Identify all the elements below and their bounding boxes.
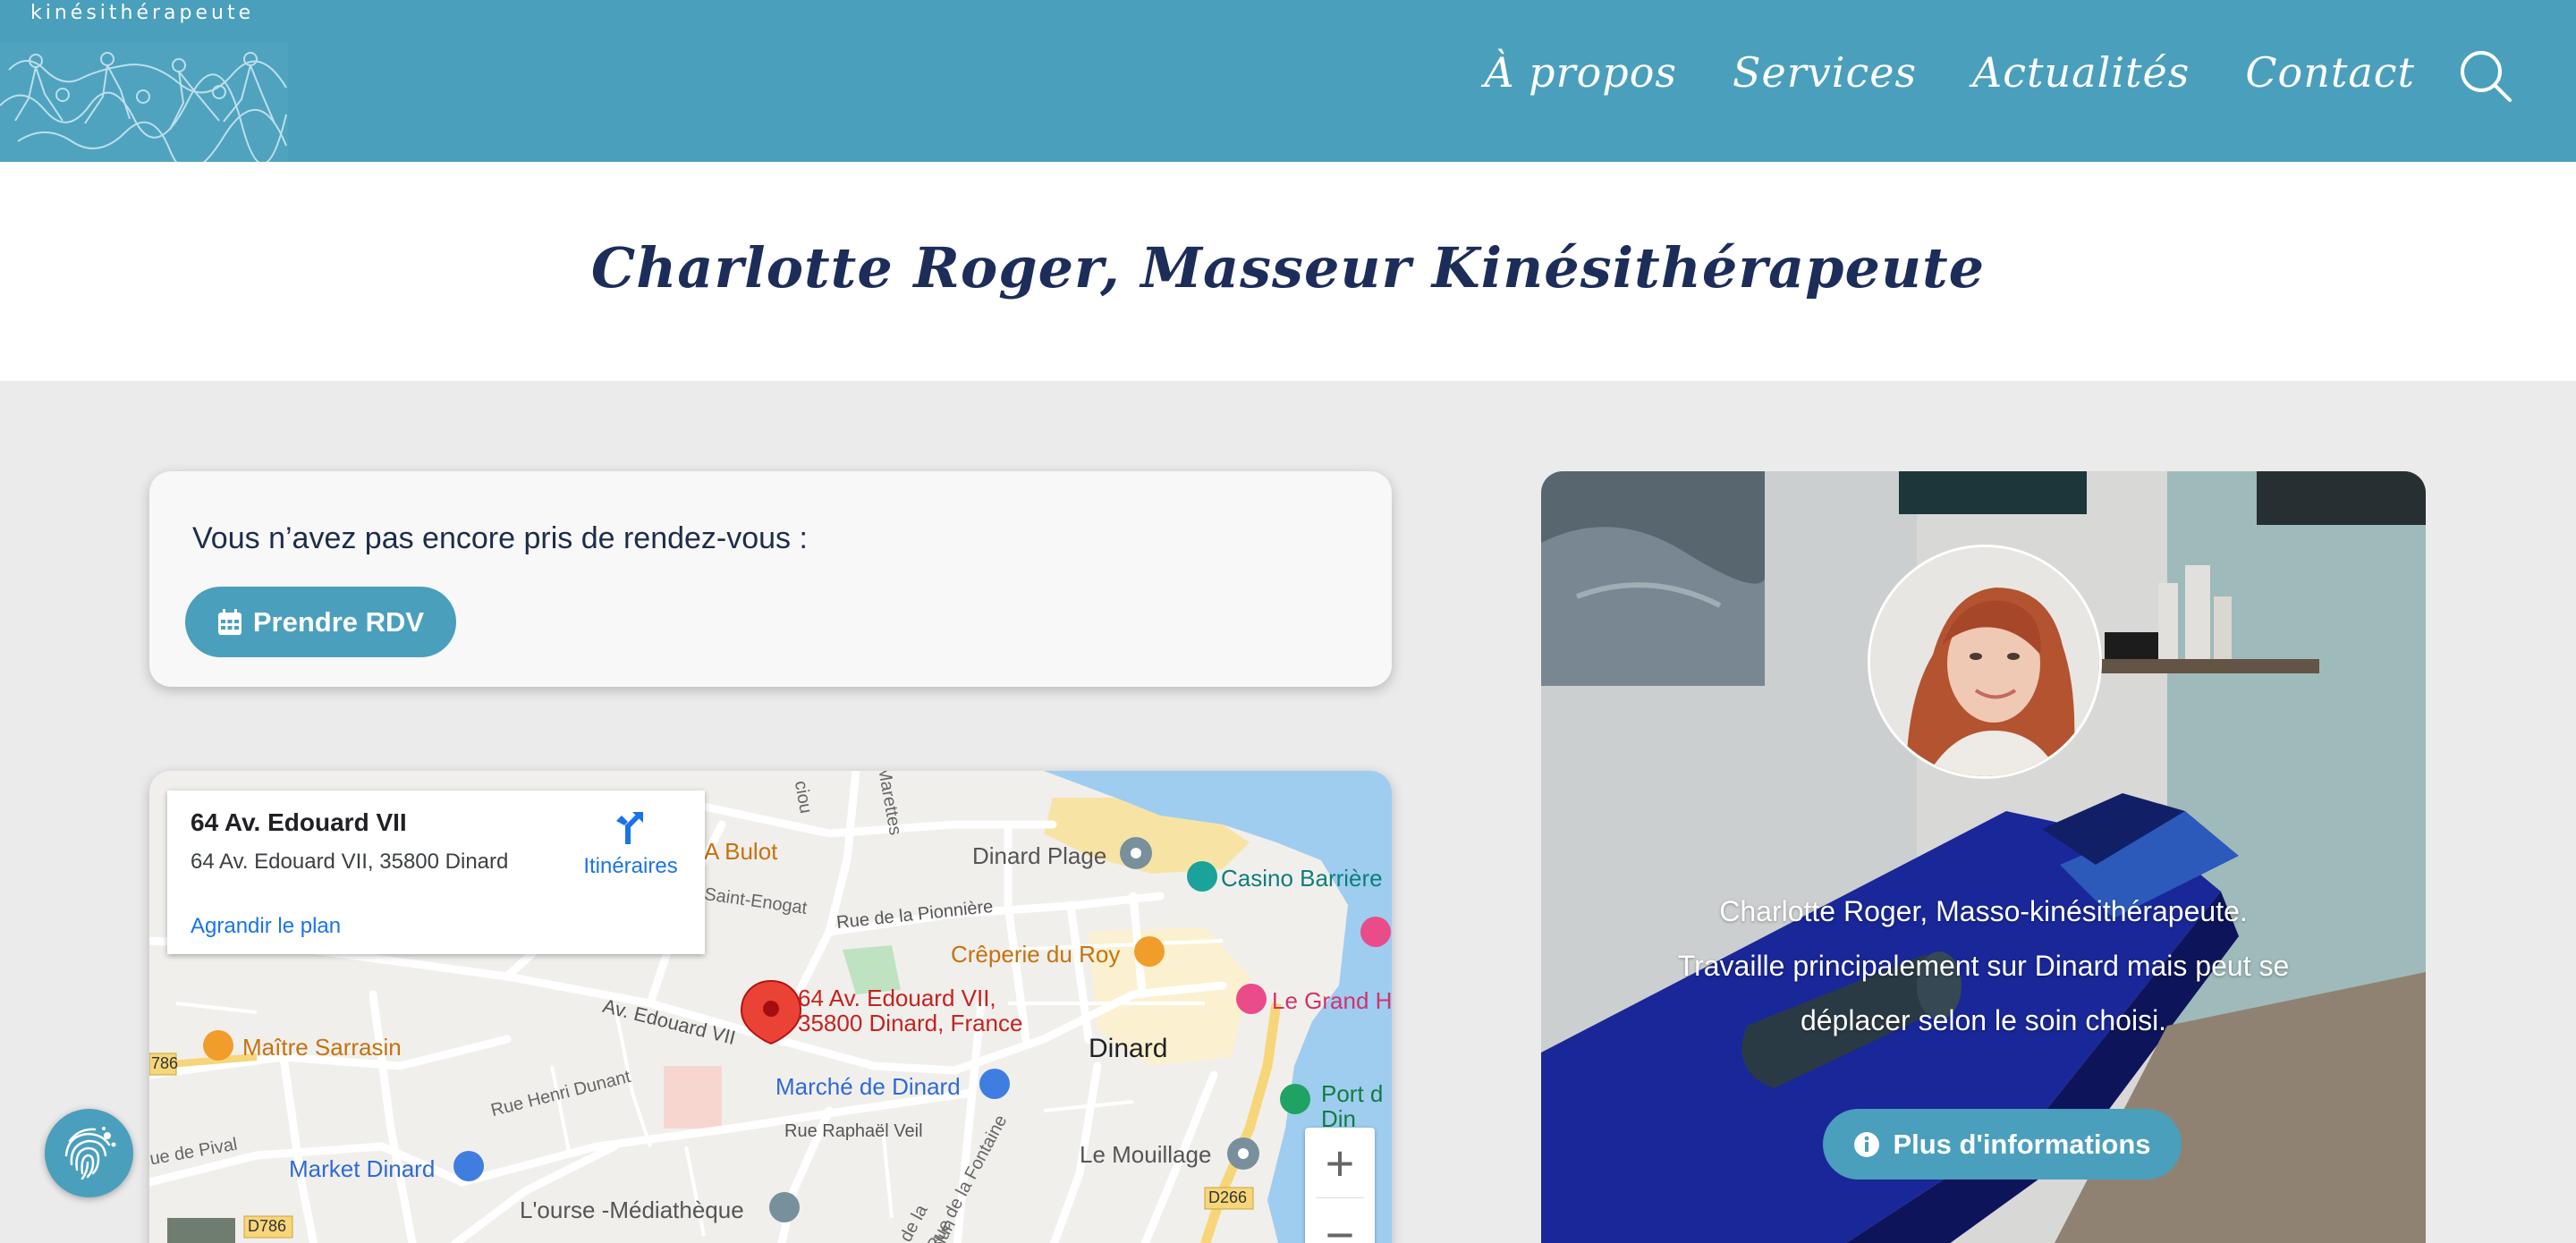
map-place-maitre: Maître Sarrasin [242,1034,402,1061]
profile-line-2: Travaille principalement sur Dinard mais… [1677,950,2290,982]
map-place-casino: Casino Barrière [1221,865,1383,892]
map-place-mouillage: Le Mouillage [1080,1141,1212,1168]
map-zoom-divider [1316,1197,1364,1198]
calendar-icon [217,608,242,635]
map-place-dinard-plage: Dinard Plage [972,842,1107,869]
appointment-card: Vous n’avez pas encore pris de rendez-vo… [149,471,1392,687]
profile-card: Charlotte Roger, Masso-kinésithérapeute.… [1541,471,2426,1243]
fingerprint-icon [64,1127,116,1180]
map-place-le-grand: Le Grand H [1272,987,1392,1014]
map-pin-label-line2: 35800 Dinard, France [798,1010,1023,1036]
site-logo[interactable]: kinésithérapeute [0,0,288,162]
map-place-mediatheque: L'ourse -Médiathèque [520,1196,744,1223]
profile-description: Charlotte Roger, Masso-kinésithérapeute.… [1631,884,2336,1048]
profile-avatar [1868,545,2102,779]
profile-line-1: Charlotte Roger, Masso-kinésithérapeute. [1719,895,2248,927]
profile-photo [1870,547,2099,776]
nav-a-propos[interactable]: À propos [1484,48,1677,97]
nav-contact[interactable]: Contact [2245,48,2415,97]
map-place-bulot: A Bulot [704,838,778,865]
map-road-badge-786-left: 786 [151,1054,179,1072]
map-info-address: 64 Av. Edouard VII, 35800 Dinard [191,850,509,874]
map-place-port: Port d [1321,1080,1384,1107]
logo-text: kinésithérapeute [30,2,255,24]
map-info-box: 64 Av. Edouard VII 64 Av. Edouard VII, 3… [167,791,705,954]
main-nav: À propos Services Actualités Contact [1484,48,2415,97]
accessibility-button[interactable] [45,1109,133,1197]
map-embed[interactable]: A Bulot Dinard Plage Casino Barrière Crê… [149,771,1392,1243]
page-title: Charlotte Roger, Masseur Kinésithérapeut… [590,235,1986,300]
map-info-title: 64 Av. Edouard VII [191,808,407,836]
title-band: Charlotte Roger, Masseur Kinésithérapeut… [0,162,2576,381]
nav-actualites[interactable]: Actualités [1972,48,2190,97]
map-place-marche: Marché de Dinard [775,1073,961,1100]
map-road-badge-d786: D786 [248,1217,287,1235]
profile-line-3: déplacer selon le soin choisi. [1800,1004,2167,1036]
directions-icon [616,812,643,844]
map-directions-label: Itinéraires [583,854,678,878]
map-place-creperie: Crêperie du Roy [951,941,1121,968]
map-street-raphael: Rue Raphaël Veil [784,1121,923,1141]
site-header: kinésithérapeute À propos Services Actua… [0,0,2576,162]
more-info-button[interactable]: Plus d'informations [1823,1109,2182,1180]
book-appointment-label: Prendre RDV [252,605,425,638]
map-zoom-out-button[interactable]: − [1305,1199,1375,1243]
map-place-market: Market Dinard [289,1155,436,1182]
map-directions-button[interactable]: Itinéraires [577,808,684,879]
map-pin-label-line1: 64 Av. Edouard VII, [798,985,996,1011]
map-place-dinard: Dinard [1089,1034,1168,1063]
search-button[interactable] [2456,47,2515,106]
map-pin-label: 64 Av. Edouard VII, 35800 Dinard, France [798,985,1022,1036]
map-zoom-in-button[interactable]: + [1305,1128,1375,1197]
info-icon [1854,1131,1880,1157]
appointment-prompt: Vous n’avez pas encore pris de rendez-vo… [192,521,808,555]
search-icon [2461,51,2512,102]
map-zoom-controls: + − [1305,1128,1375,1243]
more-info-label: Plus d'informations [1893,1128,2151,1160]
logo-figures-illustration [0,43,288,162]
map-road-badge-d266: D266 [1208,1188,1248,1206]
book-appointment-button[interactable]: Prendre RDV [185,587,456,657]
map-enlarge-link[interactable]: Agrandir le plan [191,914,341,939]
nav-services[interactable]: Services [1733,48,1917,97]
